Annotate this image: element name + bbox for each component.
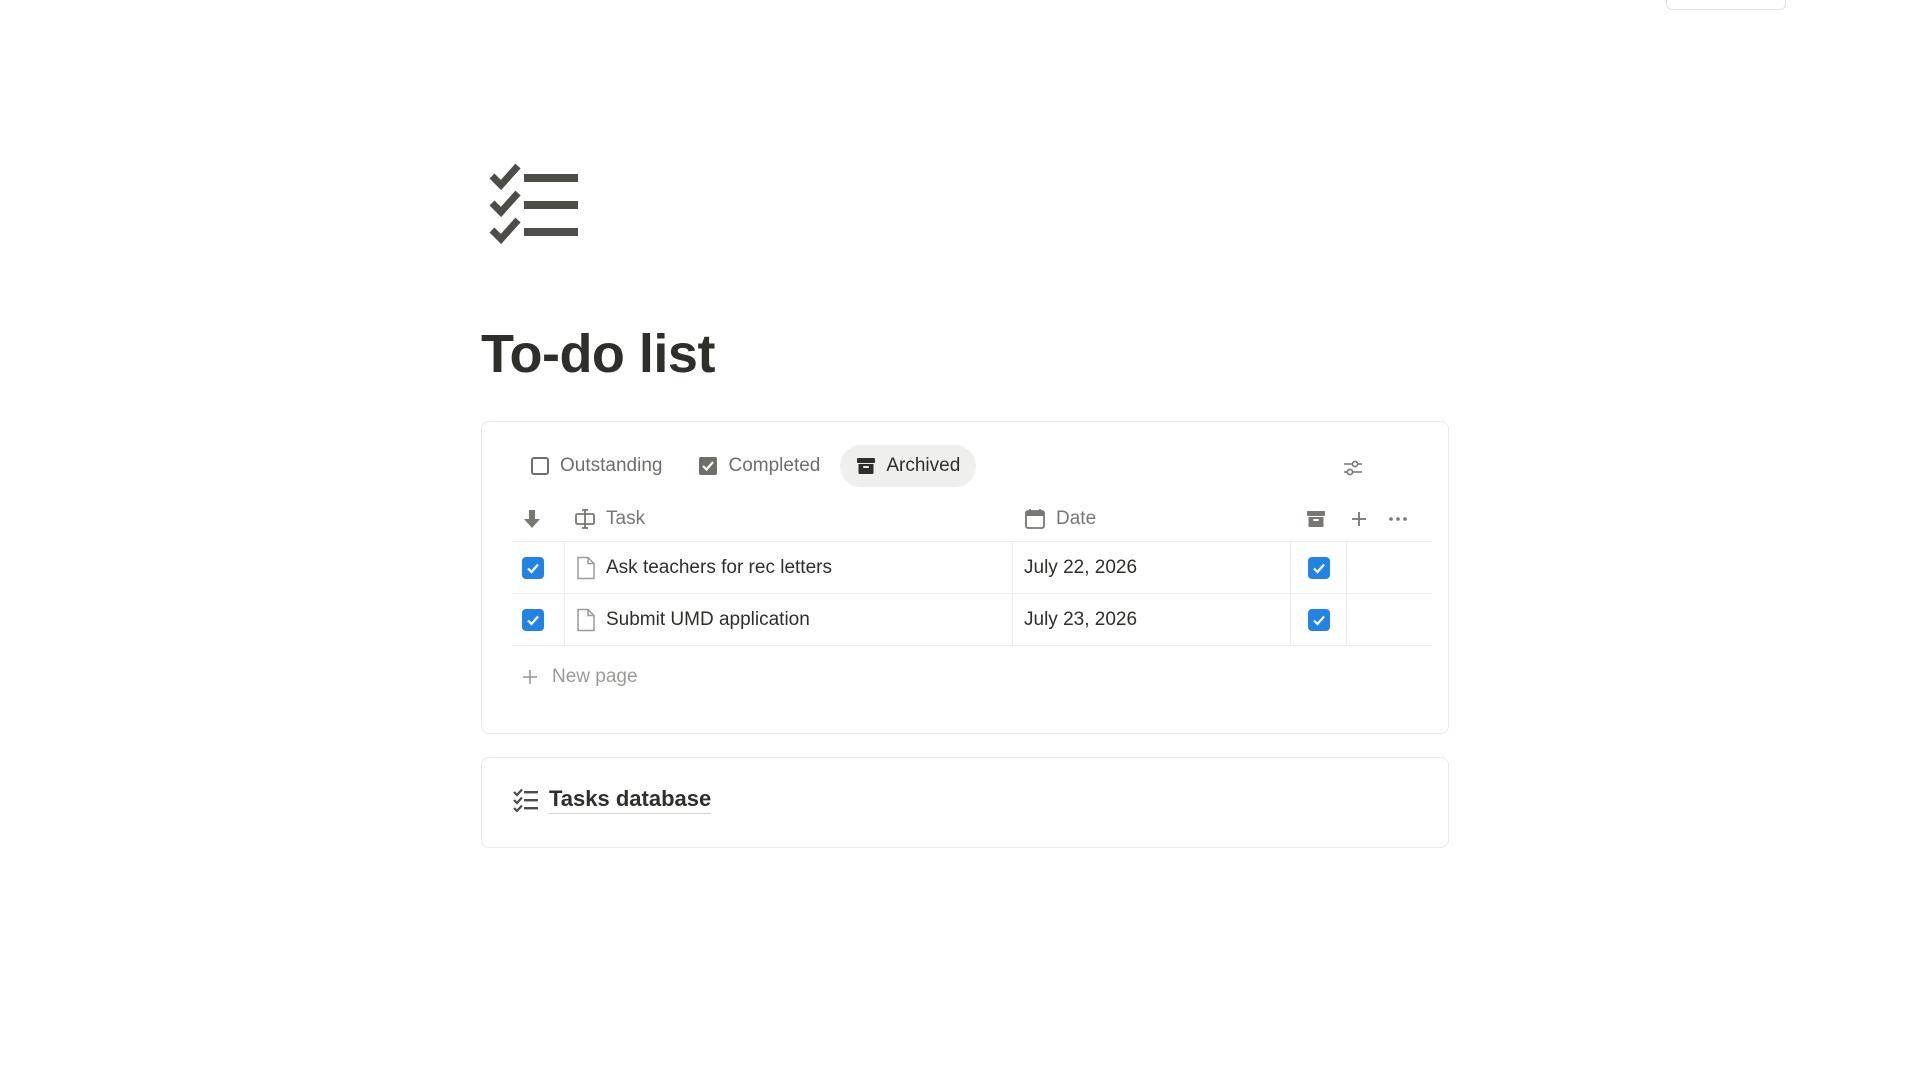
database-view: Outstanding Completed Archived Task Date…: [481, 421, 1449, 734]
plus-icon: [1352, 512, 1366, 526]
checked-checkbox-icon: [522, 556, 544, 579]
checked-checkbox-icon: [522, 608, 544, 631]
linked-database-card: Tasks database: [481, 757, 1449, 848]
column-label: Task: [606, 508, 646, 529]
archive-box-icon: [857, 458, 876, 474]
tab-outstanding[interactable]: Outstanding: [514, 445, 678, 487]
add-column-button[interactable]: [1350, 497, 1378, 541]
archived-checkbox[interactable]: [1308, 542, 1330, 593]
sliders-icon[interactable]: [1342, 458, 1364, 478]
plus-icon: [523, 670, 537, 684]
table-header: Task Date: [512, 497, 1432, 542]
archived-checkbox[interactable]: [1308, 594, 1330, 645]
tasks-table: Task Date Ask teachers for rec letters J…: [512, 497, 1432, 646]
column-header-date[interactable]: Date: [1024, 497, 1096, 541]
table-row[interactable]: Ask teachers for rec letters July 22, 20…: [512, 542, 1432, 594]
calendar-icon: [1025, 509, 1045, 529]
linked-db-label: Tasks database: [549, 786, 712, 814]
more-options-button[interactable]: [1388, 497, 1418, 541]
column-header-task[interactable]: Task: [574, 497, 645, 541]
checklist-icon: [513, 788, 538, 812]
tab-label: Outstanding: [560, 455, 663, 476]
checkbox-empty-icon: [531, 457, 549, 475]
arrow-down-icon: [524, 510, 540, 528]
checklist-icon[interactable]: [488, 162, 580, 250]
date-cell[interactable]: July 22, 2026: [1024, 542, 1137, 593]
topbar-share-button[interactable]: [1666, 0, 1786, 10]
task-name: Ask teachers for rec letters: [606, 556, 832, 578]
checked-checkbox-icon: [1308, 608, 1330, 631]
column-label: Date: [1056, 508, 1097, 529]
tasks-database-link[interactable]: Tasks database: [513, 786, 712, 814]
date-cell[interactable]: July 23, 2026: [1024, 594, 1137, 645]
view-tabs: Outstanding Completed Archived: [514, 445, 980, 487]
tab-label: Archived: [886, 455, 961, 476]
checked-checkbox-icon: [1308, 556, 1330, 579]
done-checkbox[interactable]: [522, 542, 544, 593]
ellipsis-icon: [1389, 517, 1407, 521]
page-icon: [577, 556, 595, 579]
archive-box-icon: [1307, 511, 1325, 527]
done-checkbox[interactable]: [522, 594, 544, 645]
tab-completed[interactable]: Completed: [682, 445, 836, 487]
new-page-button[interactable]: New page: [522, 662, 638, 692]
page-title[interactable]: To-do list: [481, 322, 715, 386]
page-icon: [577, 608, 595, 631]
tab-archived[interactable]: Archived: [840, 445, 977, 487]
task-cell[interactable]: Submit UMD application: [576, 594, 810, 645]
new-page-label: New page: [552, 666, 638, 687]
tab-label: Completed: [728, 455, 821, 476]
task-cell[interactable]: Ask teachers for rec letters: [576, 542, 832, 593]
checkbox-checked-icon: [699, 457, 718, 475]
task-name: Submit UMD application: [606, 608, 810, 630]
column-header-archived[interactable]: [1306, 497, 1336, 541]
sort-column-header[interactable]: [522, 497, 552, 541]
text-cursor-icon: [575, 509, 595, 529]
table-row[interactable]: Submit UMD application July 23, 2026: [512, 594, 1432, 646]
